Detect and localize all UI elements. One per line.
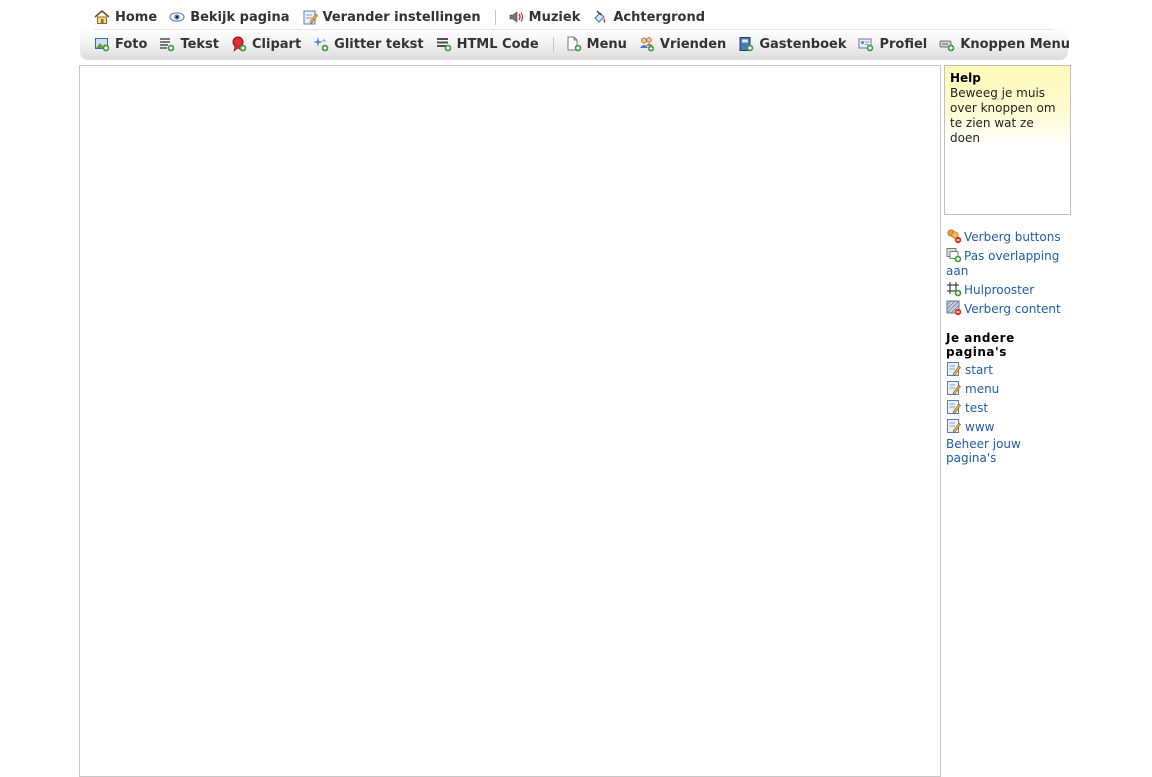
code-icon xyxy=(436,36,452,52)
help-text: Beweeg je muis over knoppen om te zien w… xyxy=(950,86,1056,145)
music-button[interactable]: Muziek xyxy=(508,9,581,25)
edit-icon xyxy=(302,9,318,25)
grid-label: Hulprooster xyxy=(964,283,1035,297)
hide-content-label: Verberg content xyxy=(964,302,1061,316)
view-page-label: Bekijk pagina xyxy=(190,9,290,25)
grid-link[interactable]: Hulprooster xyxy=(946,281,1071,298)
adjust-overlap-label: Pas overlapping aan xyxy=(946,249,1060,278)
help-title: Help xyxy=(950,71,981,85)
add-clipart-label: Clipart xyxy=(252,36,302,52)
hide-buttons-link[interactable]: Verberg buttons xyxy=(946,228,1071,245)
toolbar-divider xyxy=(494,9,496,25)
help-box: Help Beweeg je muis over knoppen om te z… xyxy=(944,65,1071,215)
eye-icon xyxy=(169,9,185,25)
add-friends-button[interactable]: Vrienden xyxy=(639,36,726,52)
home-button[interactable]: Home xyxy=(94,9,157,25)
tools-list: Verberg buttons Pas overlapping aan Hulp… xyxy=(944,228,1074,317)
toolbar-divider xyxy=(552,36,554,52)
paint-icon xyxy=(592,9,608,25)
guestbook-icon xyxy=(738,36,754,52)
menu-icon xyxy=(566,36,582,52)
top-toolbar: Home Bekijk pagina Verander instellingen… xyxy=(80,0,1070,60)
buttons-menu-icon xyxy=(939,36,955,52)
clipart-icon xyxy=(231,36,247,52)
change-settings-button[interactable]: Verander instellingen xyxy=(302,9,481,25)
add-photo-button[interactable]: Foto xyxy=(94,36,147,52)
other-pages-list: start menu test www xyxy=(944,361,1074,435)
toolbar-row-primary: Home Bekijk pagina Verander instellingen… xyxy=(94,6,717,28)
toolbar-row-add: Foto Tekst Clipart Glitter tekst HTML Co… xyxy=(94,33,1082,55)
add-profile-label: Profiel xyxy=(879,36,928,52)
add-glitter-text-button[interactable]: Glitter tekst xyxy=(313,36,424,52)
add-clipart-button[interactable]: Clipart xyxy=(231,36,301,52)
add-guestbook-button[interactable]: Gastenboek xyxy=(738,36,846,52)
background-label: Achtergrond xyxy=(613,9,706,25)
music-label: Muziek xyxy=(528,9,581,25)
page-link-label: menu xyxy=(965,382,1000,396)
page-edit-icon xyxy=(946,361,962,377)
friends-icon xyxy=(639,36,655,52)
other-pages-title: Je andere pagina's xyxy=(946,331,1015,359)
page-link-start[interactable]: start xyxy=(946,361,1074,378)
home-icon xyxy=(94,9,110,25)
add-menu-button[interactable]: Menu xyxy=(566,36,627,52)
grid-icon xyxy=(946,281,962,297)
page-link-label: www xyxy=(965,420,995,434)
add-text-button[interactable]: Tekst xyxy=(159,36,219,52)
page-edit-icon xyxy=(946,399,962,415)
add-buttons-menu-button[interactable]: Knoppen Menu xyxy=(939,36,1070,52)
text-icon xyxy=(159,36,175,52)
add-html-code-button[interactable]: HTML Code xyxy=(436,36,539,52)
profile-icon xyxy=(858,36,874,52)
add-html-code-label: HTML Code xyxy=(456,36,539,52)
glitter-icon xyxy=(313,36,329,52)
page-link-label: test xyxy=(965,401,989,415)
page-edit-icon xyxy=(946,418,962,434)
photo-icon xyxy=(94,36,110,52)
hide-buttons-icon xyxy=(946,228,962,244)
hide-content-link[interactable]: Verberg content xyxy=(946,300,1071,317)
page-link-label: start xyxy=(965,363,993,377)
add-glitter-text-label: Glitter tekst xyxy=(334,36,424,52)
hide-buttons-label: Verberg buttons xyxy=(964,230,1061,244)
adjust-overlap-link[interactable]: Pas overlapping aan xyxy=(946,247,1064,279)
add-text-label: Tekst xyxy=(180,36,219,52)
hide-content-icon xyxy=(946,300,962,316)
manage-pages-link[interactable]: Beheer jouw pagina's xyxy=(944,437,1074,465)
toolbar-row-divider xyxy=(94,29,1054,30)
page-link-test[interactable]: test xyxy=(946,399,1074,416)
overlap-icon xyxy=(946,247,962,263)
change-settings-label: Verander instellingen xyxy=(322,9,481,25)
add-photo-label: Foto xyxy=(115,36,148,52)
view-page-button[interactable]: Bekijk pagina xyxy=(169,9,290,25)
page-link-menu[interactable]: menu xyxy=(946,380,1074,397)
page-link-www[interactable]: www xyxy=(946,418,1074,435)
speaker-icon xyxy=(508,9,524,25)
add-buttons-menu-label: Knoppen Menu xyxy=(960,36,1070,52)
add-guestbook-label: Gastenboek xyxy=(759,36,847,52)
home-label: Home xyxy=(115,9,158,25)
add-friends-label: Vrienden xyxy=(659,36,727,52)
add-profile-button[interactable]: Profiel xyxy=(858,36,927,52)
add-menu-label: Menu xyxy=(586,36,627,52)
page-canvas[interactable] xyxy=(79,65,941,777)
page-edit-icon xyxy=(946,380,962,396)
background-button[interactable]: Achtergrond xyxy=(592,9,705,25)
side-panel: Help Beweeg je muis over knoppen om te z… xyxy=(944,65,1074,465)
